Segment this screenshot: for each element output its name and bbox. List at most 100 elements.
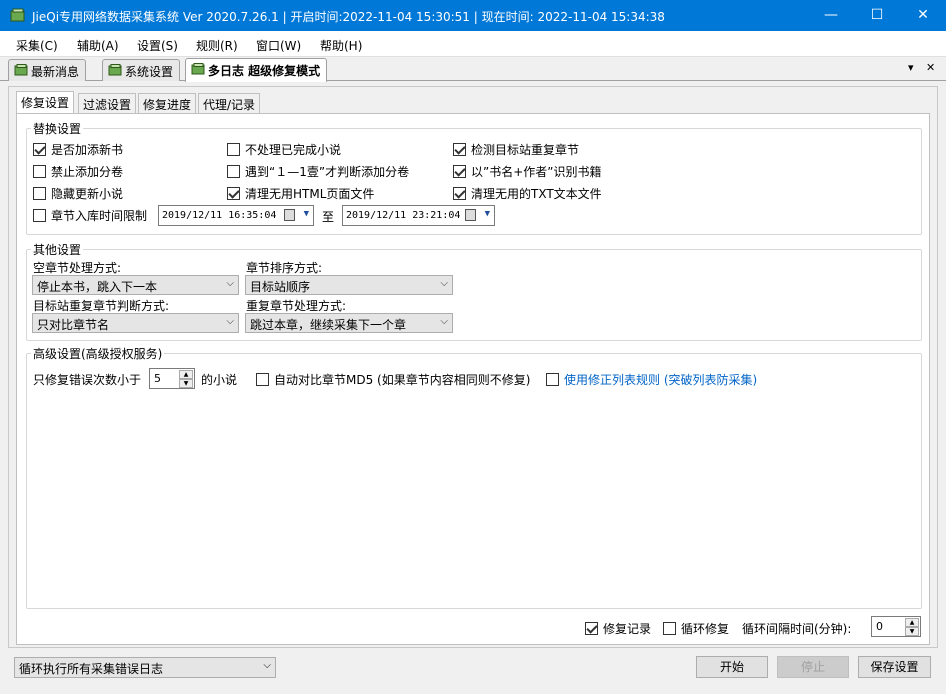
checkbox-mark xyxy=(33,165,46,178)
dup-handle-label: 重复章节处理方式: xyxy=(246,299,347,313)
checkbox-mark xyxy=(227,165,240,178)
chevron-down-icon[interactable]: ▼ xyxy=(304,209,309,219)
checkbox-label: 循环修复 xyxy=(681,622,730,636)
select-value: 目标站顺序 xyxy=(250,280,311,294)
checkbox-label: 不处理已完成小说 xyxy=(245,143,342,157)
minimize-button[interactable]: — xyxy=(808,0,854,31)
replace-settings-legend: 替换设置 xyxy=(31,120,84,137)
dup-handle-select[interactable]: 跳过本章，继续采集下一个章 ⌵ xyxy=(245,313,453,333)
book-icon xyxy=(191,63,205,75)
checkbox-label: 是否加添新书 xyxy=(51,143,124,157)
menu-window[interactable]: 窗口(W) xyxy=(256,37,301,54)
hide-updated-checkbox[interactable]: 隐藏更新小说 xyxy=(33,185,123,202)
checkbox-mark xyxy=(453,143,466,156)
checkbox-label: 自动对比章节MD5 (如果章节内容相同则不修复) xyxy=(274,373,531,387)
title-bar: JieQi专用网络数据采集系统 Ver 2020.7.26.1 | 开启时间:2… xyxy=(0,0,946,31)
chevron-down-icon: ⌵ xyxy=(440,278,448,289)
tab-list-dropdown-icon[interactable]: ▾ xyxy=(908,61,914,74)
advanced-settings-legend: 高级设置(高级授权服务) xyxy=(31,345,165,362)
save-settings-button[interactable]: 保存设置 xyxy=(858,656,931,678)
error-count-stepper[interactable]: 5 ▲ ▼ xyxy=(149,368,195,389)
doc-tab-label: 多日志 超级修复模式 xyxy=(208,64,321,78)
volume-judge-checkbox[interactable]: 遇到“１—1壹”才判断添加分卷 xyxy=(227,163,409,180)
run-mode-select[interactable]: 循环执行所有采集错误日志 ⌵ xyxy=(14,657,276,678)
chevron-down-icon: ⌵ xyxy=(440,316,448,327)
tab-repair-settings[interactable]: 修复设置 xyxy=(16,91,75,114)
tab-close-icon[interactable]: ✕ xyxy=(926,61,935,74)
md5-compare-checkbox[interactable]: 自动对比章节MD5 (如果章节内容相同则不修复) xyxy=(256,371,530,388)
empty-chapter-select[interactable]: 停止本书，跳入下一本 ⌵ xyxy=(32,275,239,295)
chapter-sort-select[interactable]: 目标站顺序 ⌵ xyxy=(245,275,453,295)
no-add-volume-checkbox[interactable]: 禁止添加分卷 xyxy=(33,163,123,180)
checkbox-label: 以”书名+作者”识别书籍 xyxy=(471,165,602,179)
book-icon xyxy=(108,64,122,76)
dup-judge-label: 目标站重复章节判断方式: xyxy=(33,299,170,313)
checkbox-label: 使用修正列表规则 (突破列表防采集) xyxy=(564,373,758,387)
menu-help[interactable]: 帮助(H) xyxy=(320,37,362,54)
stepper-value: 5 xyxy=(154,372,161,385)
detect-duplicate-chapters-checkbox[interactable]: 检测目标站重复章节 xyxy=(453,141,579,158)
date-from-value: 2019/12/11 16:35:04 xyxy=(162,210,277,221)
maximize-button[interactable]: ☐ xyxy=(854,0,900,31)
checkbox-mark xyxy=(256,373,269,386)
date-to-value: 2019/12/11 23:21:04 xyxy=(346,210,461,221)
window-title: JieQi专用网络数据采集系统 Ver 2020.7.26.1 | 开启时间:2… xyxy=(32,10,665,24)
dup-judge-select[interactable]: 只对比章节名 ⌵ xyxy=(32,313,239,333)
stepper-up-icon[interactable]: ▲ xyxy=(905,618,919,627)
chapter-time-limit-checkbox[interactable]: 章节入库时间限制 xyxy=(33,207,147,224)
checkbox-label: 清理无用HTML页面文件 xyxy=(245,187,375,201)
checkbox-label: 隐藏更新小说 xyxy=(51,187,124,201)
menu-bar: 采集(C) 辅助(A) 设置(S) 规则(R) 窗口(W) 帮助(H) xyxy=(0,31,946,57)
stepper-value: 0 xyxy=(876,620,883,633)
checkbox-mark xyxy=(33,143,46,156)
stepper-down-icon[interactable]: ▼ xyxy=(179,379,193,388)
menu-collect[interactable]: 采集(C) xyxy=(16,37,58,54)
tab-filter-settings[interactable]: 过滤设置 xyxy=(78,93,137,113)
doc-tab-label: 最新消息 xyxy=(31,65,80,79)
loop-interval-label: 循环间隔时间(分钟): xyxy=(742,622,852,636)
book-icon xyxy=(14,64,28,76)
loop-repair-checkbox[interactable]: 循环修复 xyxy=(663,620,729,637)
doc-tab-repair-mode[interactable]: 多日志 超级修复模式 xyxy=(185,58,328,82)
menu-rules[interactable]: 规则(R) xyxy=(196,37,238,54)
checkbox-mark xyxy=(546,373,559,386)
add-new-books-checkbox[interactable]: 是否加添新书 xyxy=(33,141,123,158)
stepper-down-icon[interactable]: ▼ xyxy=(905,627,919,636)
empty-chapter-label: 空章节处理方式: xyxy=(33,261,122,275)
clean-txt-checkbox[interactable]: 清理无用的TXT文本文件 xyxy=(453,185,602,202)
date-range-to-label: 至 xyxy=(322,210,335,224)
chevron-down-icon: ⌵ xyxy=(226,278,234,289)
select-value: 停止本书，跳入下一本 xyxy=(37,280,158,294)
doc-tab-system-settings[interactable]: 系统设置 xyxy=(102,59,181,81)
app-book-icon xyxy=(10,8,25,22)
checkbox-label: 禁止添加分卷 xyxy=(51,165,124,179)
checkbox-mark xyxy=(227,143,240,156)
start-button[interactable]: 开始 xyxy=(696,656,768,678)
date-from-picker[interactable]: 2019/12/11 16:35:04 ▼ xyxy=(158,205,314,226)
checkbox-label: 章节入库时间限制 xyxy=(51,209,148,223)
fix-list-rules-checkbox[interactable]: 使用修正列表规则 (突破列表防采集) xyxy=(546,371,757,388)
close-button[interactable]: ✕ xyxy=(900,0,946,31)
clean-html-checkbox[interactable]: 清理无用HTML页面文件 xyxy=(227,185,374,202)
doc-tab-news[interactable]: 最新消息 xyxy=(8,59,87,81)
loop-interval-stepper[interactable]: 0 ▲ ▼ xyxy=(871,616,921,637)
checkbox-mark xyxy=(453,187,466,200)
stepper-up-icon[interactable]: ▲ xyxy=(179,370,193,379)
checkbox-mark xyxy=(33,209,46,222)
tab-repair-progress[interactable]: 修复进度 xyxy=(138,93,197,113)
identify-by-title-author-checkbox[interactable]: 以”书名+作者”识别书籍 xyxy=(453,163,602,180)
select-value: 循环执行所有采集错误日志 xyxy=(19,662,164,676)
date-to-picker[interactable]: 2019/12/11 23:21:04 ▼ xyxy=(342,205,495,226)
chevron-down-icon[interactable]: ▼ xyxy=(485,209,490,219)
stop-button[interactable]: 停止 xyxy=(777,656,849,678)
repair-log-checkbox[interactable]: 修复记录 xyxy=(585,620,651,637)
menu-assist[interactable]: 辅助(A) xyxy=(77,37,119,54)
menu-settings[interactable]: 设置(S) xyxy=(137,37,178,54)
checkbox-mark xyxy=(453,165,466,178)
doc-tab-label: 系统设置 xyxy=(125,65,174,79)
tab-proxy-log[interactable]: 代理/记录 xyxy=(198,93,261,113)
calendar-icon[interactable] xyxy=(465,209,476,221)
calendar-icon[interactable] xyxy=(284,209,295,221)
chevron-down-icon: ⌵ xyxy=(263,660,271,671)
skip-completed-checkbox[interactable]: 不处理已完成小说 xyxy=(227,141,341,158)
